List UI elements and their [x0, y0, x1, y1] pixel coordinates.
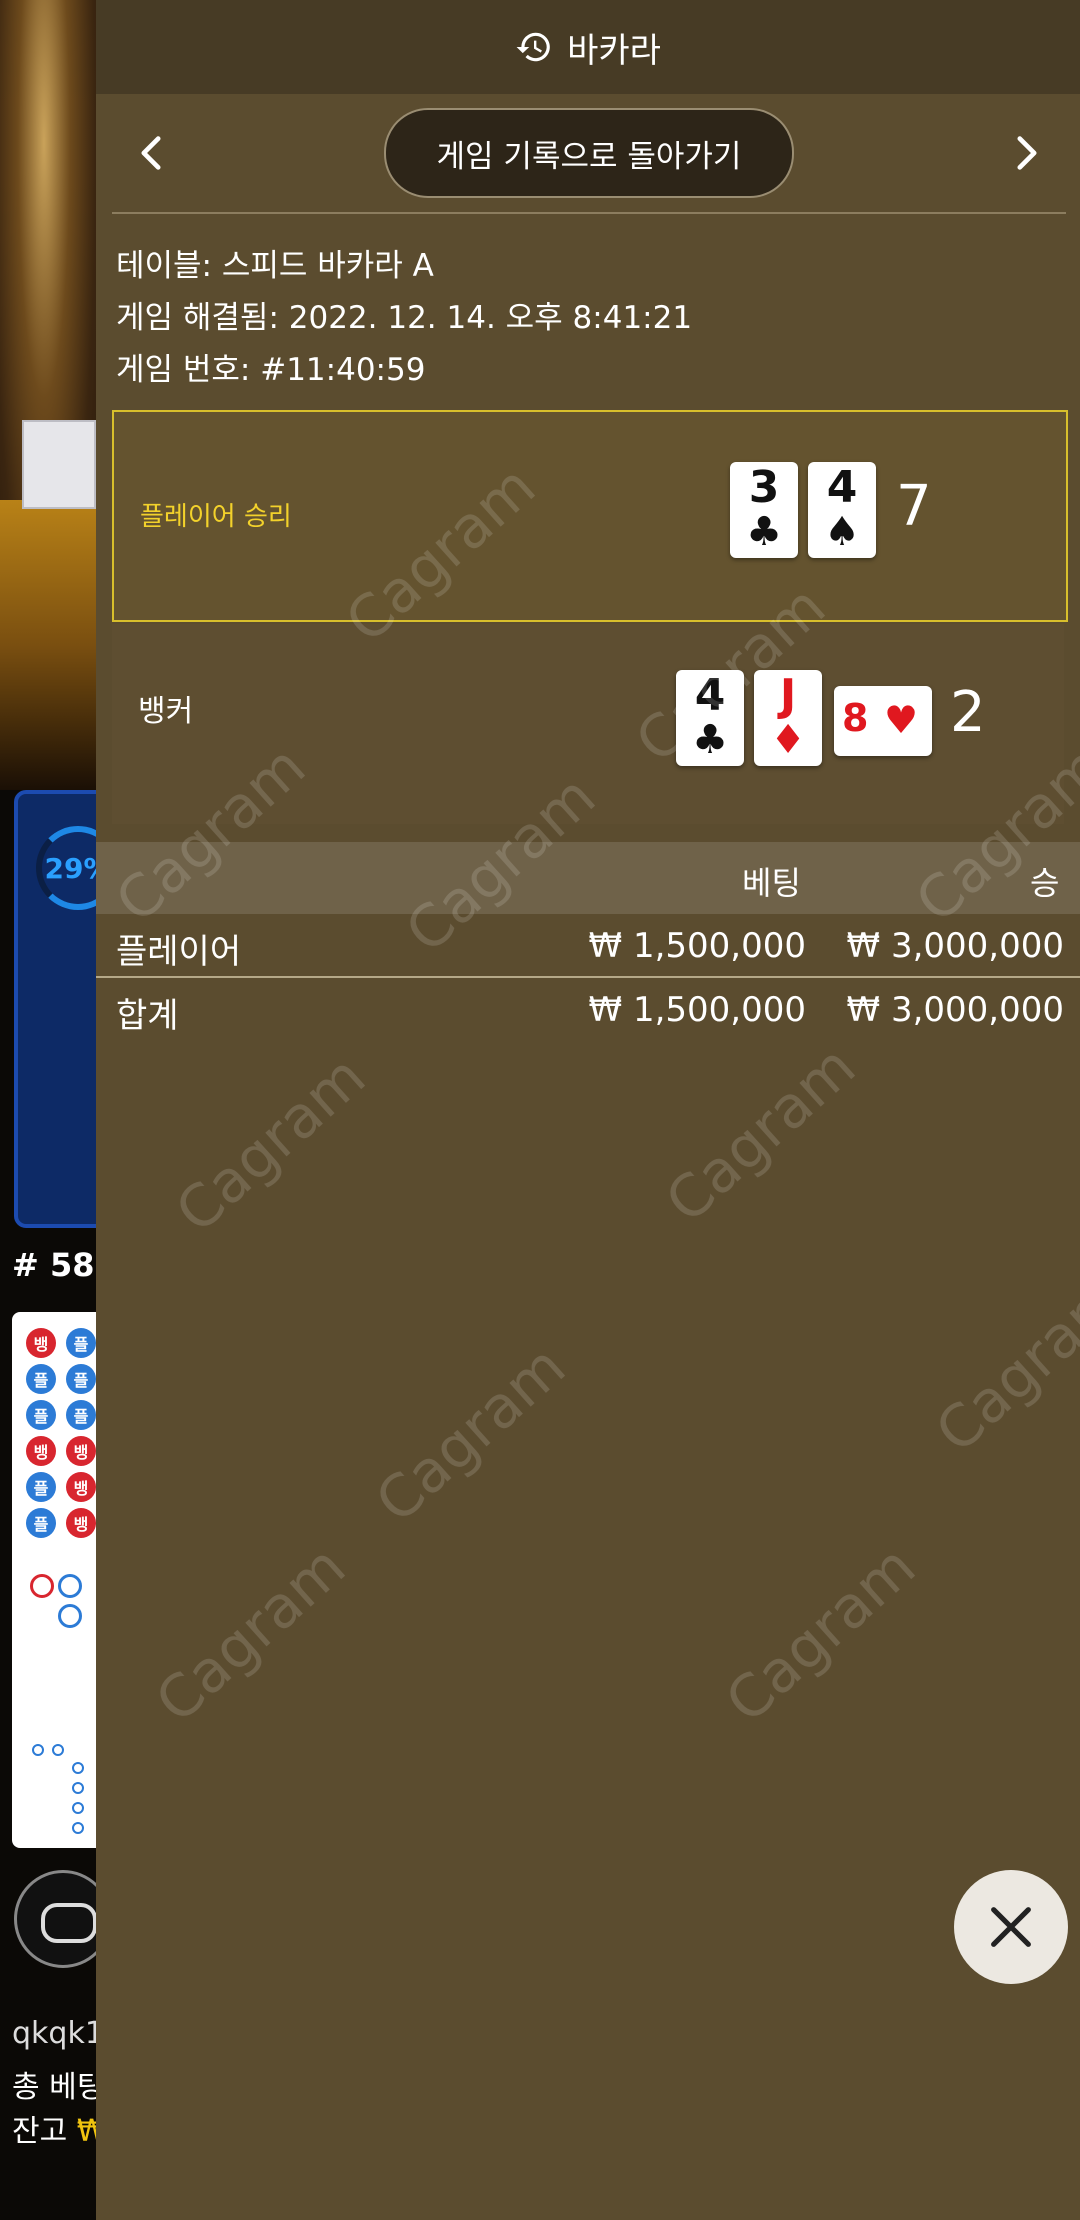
bet-row: 플레이어 ₩ 1,500,000 ₩ 3,000,000 — [96, 914, 1080, 976]
watermark: Cagram — [922, 1262, 1080, 1466]
heart-icon: ♥ — [884, 698, 919, 742]
username: qkqk1 — [12, 2016, 104, 2051]
chevron-right-icon — [1017, 136, 1037, 170]
close-button[interactable] — [954, 1870, 1068, 1984]
big-road-marker — [30, 1574, 54, 1598]
road-banker-marker: 뱅 — [26, 1328, 56, 1358]
next-game-button[interactable] — [1002, 128, 1052, 178]
total-row: 합계 ₩ 1,500,000 ₩ 3,000,000 — [96, 978, 1080, 1040]
card-rank: 4 — [826, 462, 858, 513]
panel-title: 바카라 — [567, 30, 661, 71]
small-road-marker — [72, 1762, 84, 1774]
close-icon — [991, 1907, 1031, 1947]
small-road-marker — [52, 1744, 64, 1756]
road-banker-marker: 뱅 — [66, 1508, 96, 1538]
big-road-marker — [58, 1604, 82, 1628]
watermark: Cagram — [142, 1532, 359, 1736]
small-road-marker — [72, 1782, 84, 1794]
player-card: 3 ♣ — [730, 462, 798, 558]
balance-label: 잔고 — [12, 2114, 68, 2149]
watermark: Cagram — [652, 1032, 869, 1236]
small-road-marker — [72, 1822, 84, 1834]
road-player-marker: 플 — [26, 1400, 56, 1430]
player-card: 4 ♠ — [808, 462, 876, 558]
small-road-marker — [72, 1802, 84, 1814]
club-icon: ♣ — [746, 509, 782, 555]
background-cabinet — [22, 420, 96, 509]
bet-amount: ₩ 1,500,000 — [588, 926, 806, 966]
road-player-marker: 플 — [66, 1328, 96, 1358]
road-player-marker: 플 — [26, 1508, 56, 1538]
banker-third-card: 8 ♥ — [834, 686, 932, 756]
road-player-marker: 플 — [26, 1364, 56, 1394]
background-video — [0, 0, 110, 790]
road-banker-marker: 뱅 — [66, 1472, 96, 1502]
road-player-marker: 플 — [66, 1364, 96, 1394]
spade-icon: ♠ — [824, 509, 860, 555]
winner-label: 플레이어 승리 — [140, 502, 292, 532]
panel-header: 바카라 — [96, 0, 1080, 94]
watermark: Cagram — [712, 1532, 929, 1736]
banker-label: 뱅커 — [138, 694, 194, 729]
resolved-time: 게임 해결됨: 2022. 12. 14. 오후 8:41:21 — [116, 300, 693, 336]
card-rank: 3 — [748, 462, 780, 513]
total-win-amount: ₩ 3,000,000 — [846, 990, 1064, 1030]
back-to-history-button[interactable]: 게임 기록으로 돌아가기 — [384, 108, 794, 198]
player-score: 7 — [896, 474, 932, 539]
road-player-marker: 플 — [26, 1472, 56, 1502]
previous-game-button[interactable] — [126, 128, 176, 178]
game-history-panel: 바카라 게임 기록으로 돌아가기 테이블: 스피드 바카라 A 게임 해결됨: … — [96, 0, 1080, 2220]
total-bet-amount: ₩ 1,500,000 — [588, 990, 806, 1030]
round-number: # 58 — [12, 1246, 95, 1284]
header-win: 승 — [1030, 864, 1060, 902]
chevron-left-icon — [141, 136, 161, 170]
win-amount: ₩ 3,000,000 — [846, 926, 1064, 966]
road-banker-marker: 뱅 — [66, 1436, 96, 1466]
bet-name: 플레이어 — [116, 932, 242, 972]
game-number: 게임 번호: #11:40:59 — [116, 352, 426, 388]
diamond-icon: ♦ — [770, 717, 806, 763]
table-info: 테이블: 스피드 바카라 A — [116, 248, 434, 284]
total-name: 합계 — [116, 996, 179, 1036]
watermark: Cagram — [162, 1042, 379, 1246]
player-result-box: 플레이어 승리 3 ♣ 4 ♠ 7 — [112, 410, 1068, 622]
small-road-marker — [32, 1744, 44, 1756]
watermark: Cagram — [362, 1332, 579, 1536]
card-rank: 8 — [842, 696, 869, 740]
divider — [112, 212, 1066, 214]
header-bet: 베팅 — [742, 864, 801, 902]
history-icon — [516, 32, 550, 62]
history-navigation: 게임 기록으로 돌아가기 — [96, 94, 1080, 214]
banker-score: 2 — [950, 680, 986, 745]
road-banker-marker: 뱅 — [26, 1436, 56, 1466]
road-player-marker: 플 — [66, 1400, 96, 1430]
big-road-marker — [58, 1574, 82, 1598]
